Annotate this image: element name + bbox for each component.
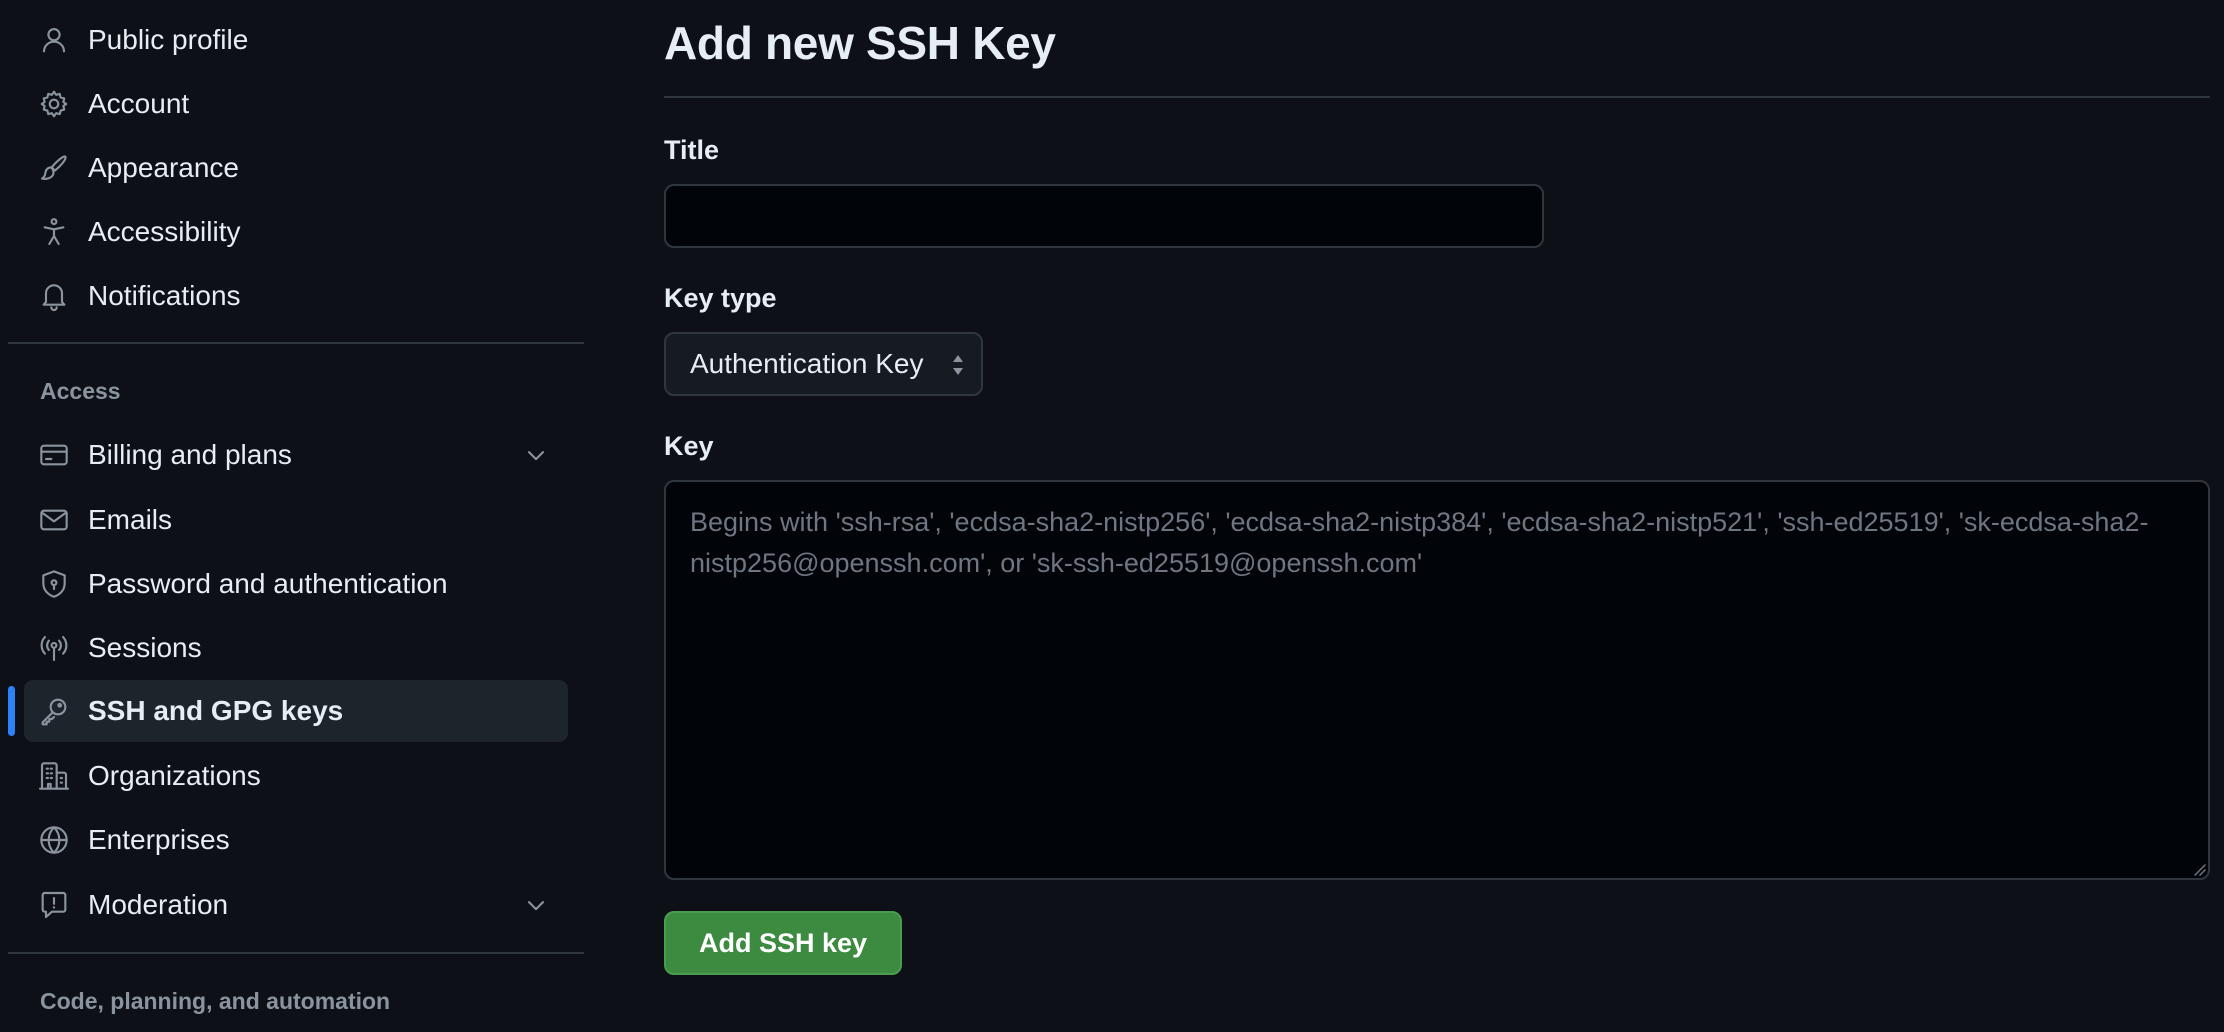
key-type-select[interactable]: Authentication Key — [664, 332, 983, 396]
page-title: Add new SSH Key — [664, 17, 1056, 69]
chevron-down-icon[interactable] — [522, 891, 550, 919]
sidebar-item-password-and-authentication[interactable]: Password and authentication — [24, 553, 568, 615]
active-indicator — [8, 686, 15, 736]
sidebar-item-label: Emails — [88, 504, 173, 535]
key-icon — [38, 695, 70, 727]
add-ssh-key-button[interactable]: Add SSH key — [664, 911, 902, 975]
credit-card-icon — [38, 439, 70, 471]
title-field-label: Title — [664, 135, 720, 165]
select-caret-icon — [949, 352, 967, 378]
shield-lock-icon — [38, 568, 70, 600]
settings-sidebar: Public profile Account Appearance Access… — [0, 0, 590, 1032]
sidebar-item-label: Public profile — [88, 24, 249, 55]
broadcast-icon — [38, 632, 70, 664]
sidebar-item-label: Notifications — [88, 280, 241, 311]
sidebar-item-label: Accessibility — [88, 216, 241, 247]
title-divider — [664, 96, 2210, 98]
paintbrush-icon — [38, 152, 70, 184]
key-textarea[interactable] — [664, 480, 2210, 880]
person-icon — [38, 24, 70, 56]
key-type-selected-value: Authentication Key — [690, 348, 924, 379]
accessibility-icon — [38, 216, 70, 248]
sidebar-item-label: Account — [88, 88, 190, 119]
sidebar-section-heading-code: Code, planning, and automation — [40, 988, 391, 1014]
sidebar-item-sessions[interactable]: Sessions — [24, 617, 568, 679]
title-input[interactable] — [664, 184, 1544, 248]
resize-handle-icon[interactable] — [2190, 860, 2206, 876]
key-field-label: Key — [664, 431, 714, 461]
main-content: Add new SSH Key Title Key type Authentic… — [664, 0, 2210, 1032]
sidebar-item-billing-and-plans[interactable]: Billing and plans — [24, 424, 568, 486]
sidebar-item-enterprises[interactable]: Enterprises — [24, 809, 568, 871]
sidebar-item-emails[interactable]: Emails — [24, 489, 568, 551]
sidebar-item-appearance[interactable]: Appearance — [24, 137, 568, 199]
report-icon — [38, 889, 70, 921]
sidebar-item-ssh-and-gpg-keys[interactable]: SSH and GPG keys — [24, 680, 568, 742]
gear-icon — [38, 88, 70, 120]
sidebar-item-label: Password and authentication — [88, 568, 448, 599]
mail-icon — [38, 504, 70, 536]
sidebar-item-account[interactable]: Account — [24, 73, 568, 135]
sidebar-divider — [8, 952, 584, 954]
sidebar-item-label: Sessions — [88, 632, 202, 663]
sidebar-item-label: SSH and GPG keys — [88, 695, 344, 726]
sidebar-item-organizations[interactable]: Organizations — [24, 745, 568, 807]
key-type-label: Key type — [664, 283, 777, 313]
sidebar-item-label: Moderation — [88, 889, 229, 920]
sidebar-divider — [8, 342, 584, 344]
sidebar-item-accessibility[interactable]: Accessibility — [24, 201, 568, 263]
globe-icon — [38, 824, 70, 856]
sidebar-section-heading-access: Access — [40, 378, 121, 404]
sidebar-item-label: Enterprises — [88, 824, 230, 855]
sidebar-item-moderation[interactable]: Moderation — [24, 874, 568, 936]
sidebar-item-label: Appearance — [88, 152, 240, 183]
sidebar-item-label: Billing and plans — [88, 439, 292, 470]
bell-icon — [38, 280, 70, 312]
sidebar-item-notifications[interactable]: Notifications — [24, 265, 568, 327]
organization-icon — [38, 760, 70, 792]
chevron-down-icon[interactable] — [522, 441, 550, 469]
sidebar-item-public-profile[interactable]: Public profile — [24, 9, 568, 71]
sidebar-item-label: Organizations — [88, 760, 261, 791]
